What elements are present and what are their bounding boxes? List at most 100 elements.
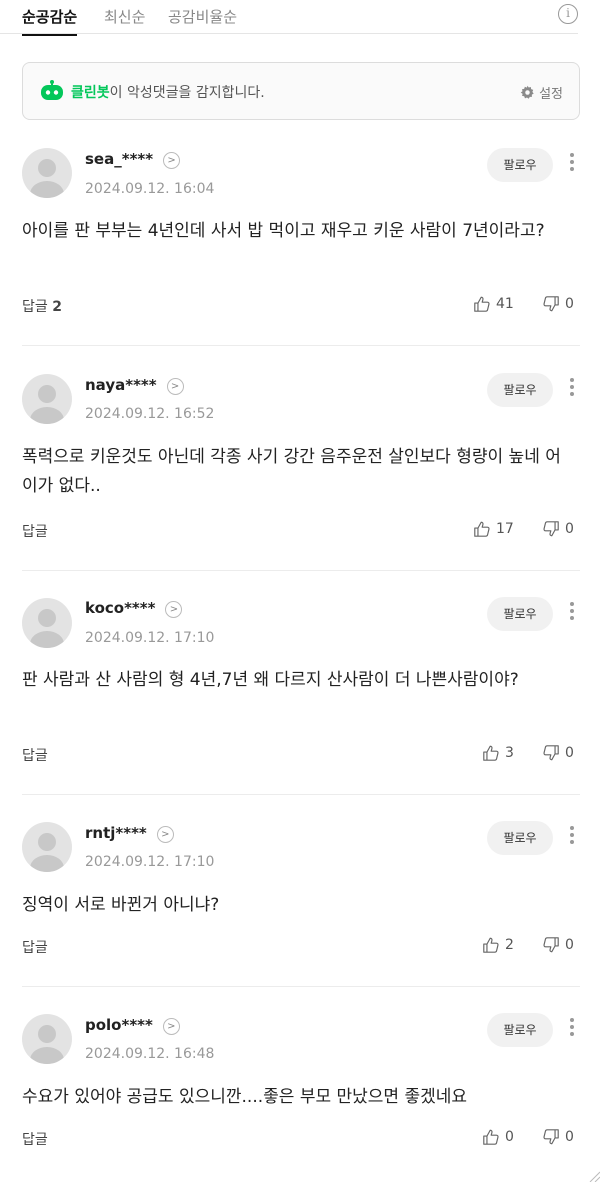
like-count: 3 <box>505 745 514 761</box>
comment-username[interactable]: polo**** > <box>85 1016 180 1035</box>
sort-tab-latest[interactable]: 최신순 <box>104 6 145 27</box>
comment-divider <box>22 986 580 987</box>
sort-divider <box>0 33 578 34</box>
gear-icon <box>520 85 534 99</box>
follow-button[interactable]: 팔로우 <box>487 597 553 631</box>
dislike-count: 0 <box>565 1129 574 1145</box>
cleanbot-brand[interactable]: 클린봇 <box>71 85 110 101</box>
like-count: 0 <box>505 1129 514 1145</box>
reply-button[interactable]: 답글 <box>22 521 48 541</box>
user-silhouette-icon <box>30 159 64 198</box>
cleanbot-message: 클린봇이 악성댓글을 감지합니다. <box>71 82 265 102</box>
dislike-button[interactable]: 0 <box>542 744 574 762</box>
avatar[interactable] <box>22 1014 72 1064</box>
chevron-right-icon[interactable]: > <box>163 152 181 169</box>
comment-username[interactable]: rntj**** > <box>85 824 174 843</box>
like-count: 17 <box>496 521 514 537</box>
dislike-button[interactable]: 0 <box>542 295 574 313</box>
cleanbot-settings-button[interactable]: 설정 <box>520 83 563 102</box>
thumbs-down-icon <box>543 745 559 761</box>
cleanbot-message-text: 이 악성댓글을 감지합니다. <box>109 85 265 101</box>
thumbs-up-icon <box>483 1129 499 1145</box>
thumbs-up-icon <box>474 296 490 312</box>
dislike-count: 0 <box>565 296 574 312</box>
follow-button[interactable]: 팔로우 <box>487 373 553 407</box>
like-count: 2 <box>505 937 514 953</box>
chevron-right-icon[interactable]: > <box>162 1018 180 1035</box>
dislike-button[interactable]: 0 <box>542 1128 574 1146</box>
reply-button[interactable]: 답글 2 <box>22 296 62 316</box>
chevron-right-icon[interactable]: > <box>165 601 183 618</box>
username-text: rntj**** <box>85 824 147 842</box>
like-button[interactable]: 41 <box>473 295 514 313</box>
comment-timestamp: 2024.09.12. 16:04 <box>85 181 215 197</box>
like-button[interactable]: 0 <box>482 1128 514 1146</box>
comment-text: 아이를 판 부부는 4년인데 사서 밥 먹이고 재우고 키운 사람이 7년이라고… <box>22 221 545 241</box>
user-silhouette-icon <box>30 1025 64 1064</box>
avatar[interactable] <box>22 822 72 872</box>
sort-tab-ratio[interactable]: 공감비율순 <box>168 6 237 27</box>
like-count: 41 <box>496 296 514 312</box>
dislike-count: 0 <box>565 745 574 761</box>
reply-label: 답글 <box>22 524 48 540</box>
user-silhouette-icon <box>30 833 64 872</box>
comment-username[interactable]: koco**** > <box>85 599 183 618</box>
more-options-icon[interactable] <box>568 602 576 624</box>
dislike-button[interactable]: 0 <box>542 936 574 954</box>
user-silhouette-icon <box>30 385 64 424</box>
sort-bar: 순공감순 최신순 공감비율순 i <box>0 0 600 36</box>
avatar[interactable] <box>22 598 72 648</box>
thumbs-down-icon <box>543 937 559 953</box>
comment-username[interactable]: sea_**** > <box>85 150 181 169</box>
cleanbot-banner: 클린봇이 악성댓글을 감지합니다. 설정 <box>22 62 580 120</box>
reply-button[interactable]: 답글 <box>22 937 48 957</box>
thumbs-down-icon <box>543 521 559 537</box>
like-button[interactable]: 3 <box>482 744 514 762</box>
reply-button[interactable]: 답글 <box>22 745 48 765</box>
info-icon[interactable]: i <box>558 4 578 24</box>
chevron-right-icon[interactable]: > <box>156 826 174 843</box>
avatar[interactable] <box>22 148 72 198</box>
more-options-icon[interactable] <box>568 1018 576 1040</box>
comment-text: 폭력으로 키운것도 아닌데 각종 사기 강간 음주운전 살인보다 형량이 높네 … <box>22 447 561 496</box>
follow-button[interactable]: 팔로우 <box>487 148 553 182</box>
cleanbot-robot-icon <box>41 80 63 100</box>
comment-timestamp: 2024.09.12. 16:52 <box>85 406 215 422</box>
thumbs-up-icon <box>483 745 499 761</box>
dislike-count: 0 <box>565 521 574 537</box>
reply-label: 답글 <box>22 748 48 764</box>
follow-button[interactable]: 팔로우 <box>487 821 553 855</box>
more-options-icon[interactable] <box>568 153 576 175</box>
comment-timestamp: 2024.09.12. 17:10 <box>85 630 215 646</box>
cleanbot-settings-label: 설정 <box>539 87 563 102</box>
username-text: naya**** <box>85 376 157 394</box>
username-text: koco**** <box>85 599 156 617</box>
reply-label: 답글 <box>22 1132 48 1148</box>
reply-button[interactable]: 답글 <box>22 1129 48 1149</box>
dislike-button[interactable]: 0 <box>542 520 574 538</box>
thumbs-down-icon <box>543 1129 559 1145</box>
follow-button[interactable]: 팔로우 <box>487 1013 553 1047</box>
chevron-right-icon[interactable]: > <box>166 378 184 395</box>
comment-text: 수요가 있어야 공급도 있으니깐....좋은 부모 만났으면 좋겠네요 <box>22 1087 468 1107</box>
comment-text: 징역이 서로 바뀐거 아니냐? <box>22 895 220 915</box>
thumbs-down-icon <box>543 296 559 312</box>
reply-count: 2 <box>52 299 62 315</box>
username-text: sea_**** <box>85 150 154 168</box>
comment-text: 판 사람과 산 사람의 형 4년,7년 왜 다르지 산사람이 더 나쁜사람이야? <box>22 670 519 690</box>
comment-divider <box>22 794 580 795</box>
sort-tab-popular[interactable]: 순공감순 <box>22 6 78 36</box>
comment-username[interactable]: naya**** > <box>85 376 184 395</box>
thumbs-up-icon <box>483 937 499 953</box>
more-options-icon[interactable] <box>568 826 576 848</box>
more-options-icon[interactable] <box>568 378 576 400</box>
like-button[interactable]: 2 <box>482 936 514 954</box>
comment-divider <box>22 345 580 346</box>
reply-label: 답글 <box>22 940 48 956</box>
thumbs-up-icon <box>474 521 490 537</box>
scroll-corner-icon <box>589 1171 600 1182</box>
comment-timestamp: 2024.09.12. 17:10 <box>85 854 215 870</box>
username-text: polo**** <box>85 1016 153 1034</box>
avatar[interactable] <box>22 374 72 424</box>
like-button[interactable]: 17 <box>473 520 514 538</box>
